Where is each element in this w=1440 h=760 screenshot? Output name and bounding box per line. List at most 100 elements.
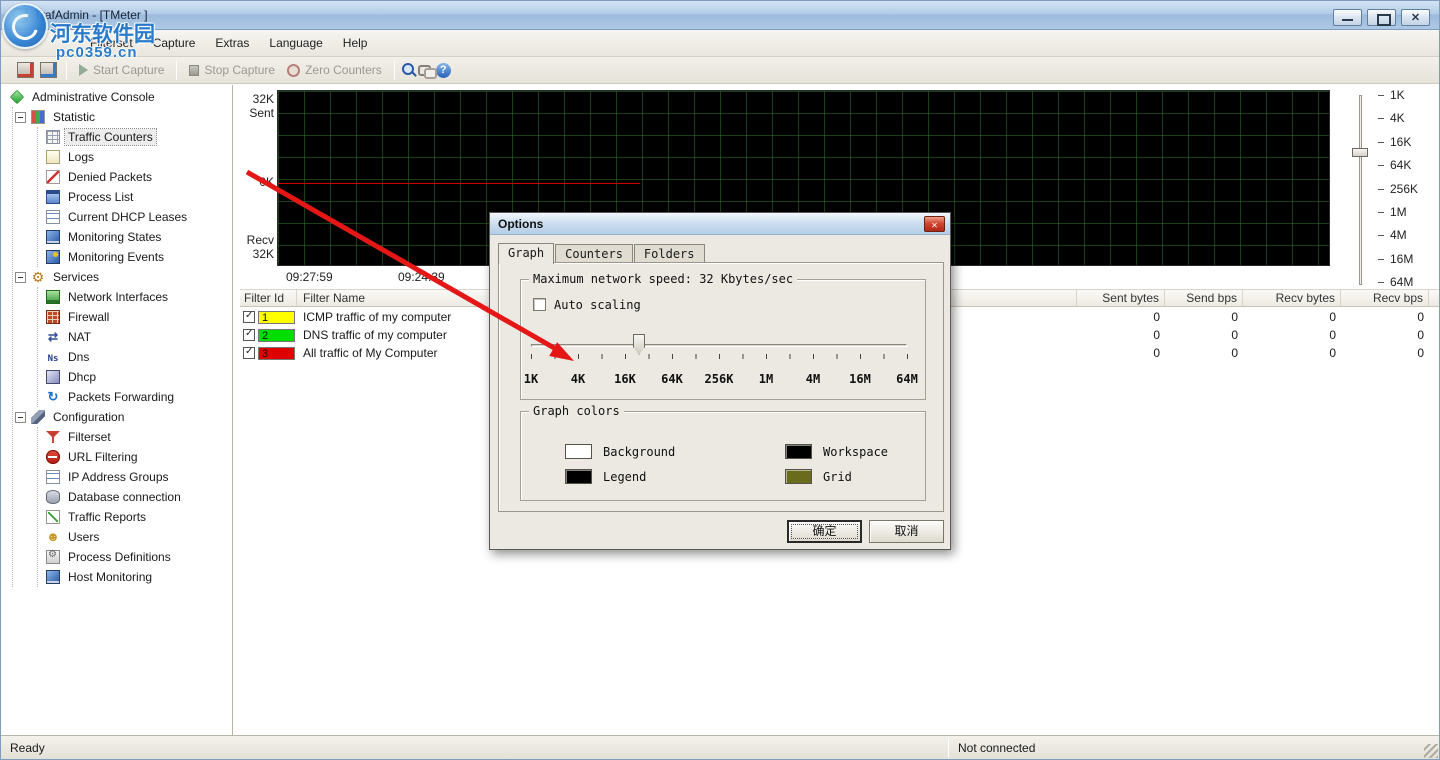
auto-scaling-label: Auto scaling (554, 298, 641, 312)
close-button[interactable] (1401, 9, 1430, 26)
cancel-button[interactable]: 取消 (869, 520, 944, 543)
minimize-button[interactable] (1333, 9, 1362, 26)
grid-color-swatch[interactable] (785, 469, 812, 484)
sidebar-item-monitoring-states[interactable]: Monitoring States (38, 227, 232, 247)
sidebar-item-users[interactable]: Users (38, 527, 232, 547)
sidebar-item-firewall[interactable]: Firewall (38, 307, 232, 327)
sidebar-item-logs[interactable]: Logs (38, 147, 232, 167)
sidebar-item-process-definitions[interactable]: Process Definitions (38, 547, 232, 567)
dialog-close-button[interactable] (924, 216, 945, 232)
collapse-toggle-icon[interactable] (15, 412, 26, 423)
tree-root-administrative-console[interactable]: Administrative Console (0, 87, 232, 107)
title-bar[interactable]: TrafAdmin - [TMeter ] (0, 0, 1440, 30)
tree-group-services[interactable]: Services (13, 267, 232, 287)
sidebar-item-network-interfaces[interactable]: Network Interfaces (38, 287, 232, 307)
speed-tick-label: 4M (806, 372, 820, 386)
tree-group-configuration[interactable]: Configuration (13, 407, 232, 427)
sidebar-item-ip-address-groups[interactable]: IP Address Groups (38, 467, 232, 487)
toolbar: Start Capture Stop Capture Zero Counters (0, 57, 1440, 84)
tree-item-label: Traffic Counters (65, 129, 156, 145)
tree-item-label: Denied Packets (65, 169, 155, 185)
search-icon[interactable] (401, 62, 418, 78)
menu-help[interactable]: Help (333, 31, 378, 55)
start-capture-button[interactable]: Start Capture (73, 61, 170, 79)
background-color-label: Background (603, 445, 675, 459)
sidebar-item-packets-forwarding[interactable]: Packets Forwarding (38, 387, 232, 407)
tick-mark (1378, 189, 1384, 190)
filter-color-swatch: 2 (258, 329, 295, 342)
zero-counters-label: Zero Counters (305, 63, 382, 77)
tree-item-label: Filterset (65, 429, 114, 445)
legend-color-swatch[interactable] (565, 469, 592, 484)
filter-enabled-checkbox[interactable] (243, 311, 255, 323)
maximize-button[interactable] (1367, 9, 1396, 26)
auto-scaling-checkbox[interactable] (533, 298, 546, 311)
tree-item-label: Dns (65, 349, 92, 365)
adapter-config-icon[interactable] (17, 62, 34, 78)
filter-enabled-checkbox[interactable] (243, 347, 255, 359)
sidebar-item-denied-packets[interactable]: Denied Packets (38, 167, 232, 187)
zero-counters-button[interactable]: Zero Counters (281, 61, 388, 79)
link-icon[interactable] (418, 62, 436, 78)
sidebar-item-traffic-counters[interactable]: Traffic Counters (38, 127, 232, 147)
column-header-recv-bps[interactable]: Recv bps (1341, 290, 1429, 306)
menu-language[interactable]: Language (259, 31, 332, 55)
speed-tick-label: 16M (849, 372, 871, 386)
background-color-swatch[interactable] (565, 444, 592, 459)
sidebar-item-monitoring-events[interactable]: Monitoring Events (38, 247, 232, 267)
column-header-filter-id[interactable]: Filter Id (240, 290, 297, 306)
collapse-toggle-icon[interactable] (15, 112, 26, 123)
grid-color-label: Grid (823, 470, 852, 484)
menu-filterset[interactable]: Filterset (80, 31, 143, 55)
menu-capture[interactable]: Capture (143, 31, 206, 55)
scale-tick-label: 4K (1390, 111, 1405, 125)
dhcp-leases-icon (46, 210, 60, 224)
tree-group-statistic[interactable]: Statistic (13, 107, 232, 127)
tree-item-label: Current DHCP Leases (65, 209, 190, 225)
filter-enabled-checkbox[interactable] (243, 329, 255, 341)
tab-graph[interactable]: Graph (498, 243, 554, 264)
sidebar-item-traffic-reports[interactable]: Traffic Reports (38, 507, 232, 527)
app-icon (13, 8, 28, 23)
firewall-icon (46, 310, 60, 324)
sent-bytes-cell: 0 (1077, 346, 1165, 360)
tab-counters[interactable]: Counters (555, 244, 633, 264)
help-icon[interactable] (436, 63, 451, 78)
speed-slider-track[interactable] (531, 344, 907, 347)
menu-extras[interactable]: Extras (205, 31, 259, 55)
sidebar-item-dns[interactable]: Dns (38, 347, 232, 367)
sent-label: Sent (238, 106, 274, 120)
time-axis-end: 09:24:39 (398, 270, 445, 284)
column-header-send-bps[interactable]: Send bps (1165, 290, 1243, 306)
scale-slider-track[interactable] (1359, 95, 1362, 285)
speed-slider-thumb[interactable] (633, 334, 645, 355)
scale-tick-label: 256K (1390, 182, 1418, 196)
dhcp-icon (46, 370, 60, 384)
resize-grip[interactable] (1424, 744, 1438, 758)
max-speed-label: Maximum network speed: (533, 272, 692, 286)
workspace-color-swatch[interactable] (785, 444, 812, 459)
collapse-toggle-icon[interactable] (15, 272, 26, 283)
speed-tick-label: 1K (524, 372, 538, 386)
sidebar-item-host-monitoring[interactable]: Host Monitoring (38, 567, 232, 587)
column-header-sent-bytes[interactable]: Sent bytes (1077, 290, 1165, 306)
max-speed-group-label: Maximum network speed: 32 Kbytes/sec (529, 272, 797, 286)
nat-icon (46, 330, 60, 344)
scale-slider-thumb[interactable] (1352, 148, 1368, 157)
sidebar-item-nat[interactable]: NAT (38, 327, 232, 347)
sidebar-item-url-filtering[interactable]: URL Filtering (38, 447, 232, 467)
dialog-title-bar[interactable]: Options (490, 213, 950, 235)
sidebar-item-current-dhcp-leases[interactable]: Current DHCP Leases (38, 207, 232, 227)
tab-folders[interactable]: Folders (634, 244, 705, 264)
graph-scale-control: 1K 4K 16K 64K 256K 1M 4M 16M 64M (1350, 88, 1438, 298)
graph-colors-group-label: Graph colors (529, 404, 624, 418)
recv-bps-cell: 0 (1341, 346, 1429, 360)
sidebar-item-database-connection[interactable]: Database connection (38, 487, 232, 507)
sidebar-item-dhcp[interactable]: Dhcp (38, 367, 232, 387)
stop-capture-button[interactable]: Stop Capture (183, 61, 281, 79)
ok-button[interactable]: 确定 (787, 520, 862, 543)
column-header-recv-bytes[interactable]: Recv bytes (1243, 290, 1341, 306)
filterset-config-icon[interactable] (40, 62, 57, 78)
sidebar-item-process-list[interactable]: Process List (38, 187, 232, 207)
sidebar-item-filterset[interactable]: Filterset (38, 427, 232, 447)
